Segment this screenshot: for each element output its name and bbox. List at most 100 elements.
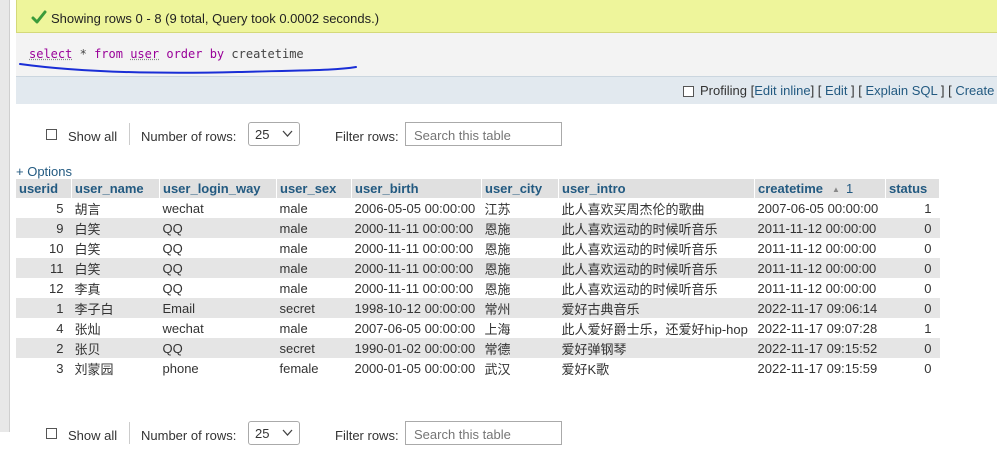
cell-userid[interactable]: 10: [16, 238, 72, 258]
cell-user-sex[interactable]: male: [276, 238, 352, 258]
cell-user-city[interactable]: 上海: [481, 318, 559, 338]
cell-user-login-way[interactable]: QQ: [159, 338, 277, 358]
column-header-status[interactable]: status: [885, 179, 940, 198]
cell-user-birth[interactable]: 2000-11-11 00:00:00: [351, 238, 482, 258]
cell-status[interactable]: 0: [885, 358, 940, 378]
cell-status[interactable]: 0: [885, 218, 940, 238]
cell-user-name[interactable]: 张灿: [71, 318, 160, 338]
table-row[interactable]: 5 胡言 wechat male 2006-05-05 00:00:00 江苏 此人喜欢买周…: [16, 198, 940, 218]
show-all-checkbox-bottom[interactable]: [46, 428, 57, 439]
cell-createtime[interactable]: 2022-11-17 09:06:14: [754, 298, 886, 318]
cell-status[interactable]: 0: [885, 338, 940, 358]
column-header-user-sex[interactable]: user_sex: [276, 179, 352, 198]
edit-link[interactable]: Edit: [825, 83, 847, 98]
cell-user-sex[interactable]: secret: [276, 338, 352, 358]
cell-user-login-way[interactable]: phone: [159, 358, 277, 378]
cell-userid[interactable]: 3: [16, 358, 72, 378]
cell-user-name[interactable]: 白笑: [71, 258, 160, 278]
number-of-rows-select[interactable]: 25: [248, 122, 300, 146]
show-all-checkbox[interactable]: [46, 129, 57, 140]
cell-status[interactable]: 0: [885, 298, 940, 318]
cell-user-login-way[interactable]: QQ: [159, 218, 277, 238]
cell-user-login-way[interactable]: QQ: [159, 258, 277, 278]
cell-user-birth[interactable]: 2006-05-05 00:00:00: [351, 198, 482, 218]
cell-user-birth[interactable]: 1990-01-02 00:00:00: [351, 338, 482, 358]
cell-user-intro[interactable]: 此人喜欢运动的时候听音乐: [558, 238, 755, 258]
cell-createtime[interactable]: 2011-11-12 00:00:00: [754, 218, 886, 238]
cell-user-city[interactable]: 恩施: [481, 238, 559, 258]
cell-user-name[interactable]: 李真: [71, 278, 160, 298]
cell-user-name[interactable]: 白笑: [71, 238, 160, 258]
number-of-rows-select-bottom[interactable]: 25: [248, 421, 300, 445]
cell-user-sex[interactable]: male: [276, 318, 352, 338]
table-row[interactable]: 4 张灿 wechat male 2007-06-05 00:00:00 上海 此人爱好爵士…: [16, 318, 940, 338]
filter-rows-field[interactable]: [412, 127, 556, 144]
cell-userid[interactable]: 2: [16, 338, 72, 358]
table-row[interactable]: 11 白笑 QQ male 2000-11-11 00:00:00 恩施 此人喜欢运动的时候…: [16, 258, 940, 278]
cell-user-intro[interactable]: 此人喜欢买周杰伦的歌曲: [558, 198, 755, 218]
table-row[interactable]: 1 李子白 Email secret 1998-10-12 00:00:00 常州 爱好古典…: [16, 298, 940, 318]
cell-createtime[interactable]: 2011-11-12 00:00:00: [754, 278, 886, 298]
table-row[interactable]: 3 刘蒙园 phone female 2000-01-05 00:00:00 武汉 爱好K歌…: [16, 358, 940, 378]
cell-user-intro[interactable]: 爱好K歌: [558, 358, 755, 378]
cell-user-login-way[interactable]: wechat: [159, 198, 277, 218]
filter-rows-input[interactable]: [405, 122, 562, 146]
column-header-user-name[interactable]: user_name: [71, 179, 160, 198]
cell-user-intro[interactable]: 爱好古典音乐: [558, 298, 755, 318]
cell-user-city[interactable]: 江苏: [481, 198, 559, 218]
create-php-code-link[interactable]: Create: [955, 83, 994, 98]
cell-user-birth[interactable]: 2000-11-11 00:00:00: [351, 218, 482, 238]
cell-createtime[interactable]: 2011-11-12 00:00:00: [754, 238, 886, 258]
cell-user-name[interactable]: 胡言: [71, 198, 160, 218]
cell-user-login-way[interactable]: QQ: [159, 238, 277, 258]
cell-user-sex[interactable]: male: [276, 258, 352, 278]
cell-createtime[interactable]: 2011-11-12 00:00:00: [754, 258, 886, 278]
cell-user-city[interactable]: 恩施: [481, 218, 559, 238]
edit-inline-link[interactable]: Edit inline: [754, 83, 810, 98]
cell-user-sex[interactable]: female: [276, 358, 352, 378]
cell-createtime[interactable]: 2007-06-05 00:00:00: [754, 198, 886, 218]
cell-status[interactable]: 0: [885, 278, 940, 298]
cell-status[interactable]: 1: [885, 318, 940, 338]
cell-user-name[interactable]: 刘蒙园: [71, 358, 160, 378]
cell-userid[interactable]: 4: [16, 318, 72, 338]
cell-userid[interactable]: 5: [16, 198, 72, 218]
cell-user-sex[interactable]: secret: [276, 298, 352, 318]
column-header-createtime[interactable]: createtime ▲ 1: [754, 179, 886, 198]
cell-user-name[interactable]: 张贝: [71, 338, 160, 358]
table-row[interactable]: 9 白笑 QQ male 2000-11-11 00:00:00 恩施 此人喜欢运动的时候听…: [16, 218, 940, 238]
cell-user-birth[interactable]: 2000-11-11 00:00:00: [351, 278, 482, 298]
table-row[interactable]: 10 白笑 QQ male 2000-11-11 00:00:00 恩施 此人喜欢运动的时候…: [16, 238, 940, 258]
cell-user-birth[interactable]: 2007-06-05 00:00:00: [351, 318, 482, 338]
cell-user-city[interactable]: 武汉: [481, 358, 559, 378]
cell-createtime[interactable]: 2022-11-17 09:15:52: [754, 338, 886, 358]
table-row[interactable]: 12 李真 QQ male 2000-11-11 00:00:00 恩施 此人喜欢运动的时候…: [16, 278, 940, 298]
cell-user-intro[interactable]: 此人喜欢运动的时候听音乐: [558, 218, 755, 238]
cell-userid[interactable]: 9: [16, 218, 72, 238]
filter-rows-field-bottom[interactable]: [412, 426, 556, 443]
cell-user-intro[interactable]: 此人喜欢运动的时候听音乐: [558, 278, 755, 298]
filter-rows-input-bottom[interactable]: [405, 421, 562, 445]
cell-userid[interactable]: 11: [16, 258, 72, 278]
column-header-user-city[interactable]: user_city: [481, 179, 559, 198]
cell-user-login-way[interactable]: wechat: [159, 318, 277, 338]
cell-userid[interactable]: 1: [16, 298, 72, 318]
cell-user-name[interactable]: 李子白: [71, 298, 160, 318]
cell-createtime[interactable]: 2022-11-17 09:07:28: [754, 318, 886, 338]
cell-createtime[interactable]: 2022-11-17 09:15:59: [754, 358, 886, 378]
cell-user-sex[interactable]: male: [276, 198, 352, 218]
column-header-user-birth[interactable]: user_birth: [351, 179, 482, 198]
explain-sql-link[interactable]: Explain SQL: [866, 83, 938, 98]
cell-user-city[interactable]: 常州: [481, 298, 559, 318]
profiling-checkbox[interactable]: [683, 86, 694, 97]
cell-user-birth[interactable]: 2000-11-11 00:00:00: [351, 258, 482, 278]
cell-user-login-way[interactable]: Email: [159, 298, 277, 318]
cell-status[interactable]: 0: [885, 258, 940, 278]
cell-user-login-way[interactable]: QQ: [159, 278, 277, 298]
cell-user-city[interactable]: 恩施: [481, 258, 559, 278]
cell-user-name[interactable]: 白笑: [71, 218, 160, 238]
column-header-userid[interactable]: userid: [16, 179, 72, 198]
table-row[interactable]: 2 张贝 QQ secret 1990-01-02 00:00:00 常德 爱好弹钢琴 202…: [16, 338, 940, 358]
cell-user-intro[interactable]: 爱好弹钢琴: [558, 338, 755, 358]
cell-status[interactable]: 0: [885, 238, 940, 258]
